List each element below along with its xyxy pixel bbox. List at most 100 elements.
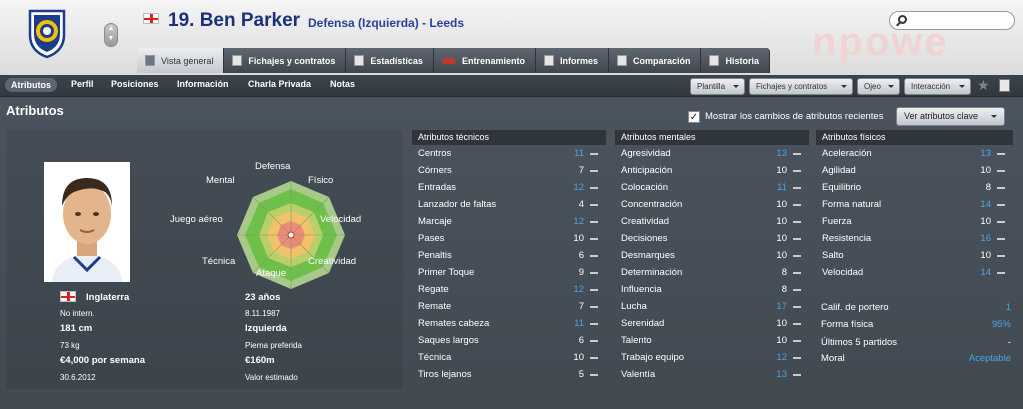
extra-stat-row: Forma física 95% xyxy=(821,319,1011,330)
shortlist-star-icon[interactable]: ★ xyxy=(977,77,990,94)
attribute-row[interactable]: Resistencia 16 xyxy=(816,230,1013,247)
attribute-row[interactable]: Determinación 8 xyxy=(615,264,809,281)
attribute-name: Remates cabeza xyxy=(418,318,490,329)
subnav-positions[interactable]: Posiciones xyxy=(111,79,159,89)
attribute-value: 10 xyxy=(980,165,991,176)
attribute-name: Valentía xyxy=(621,369,656,380)
mental-attributes-header: Atributos mentales xyxy=(615,130,809,145)
attribute-value: 6 xyxy=(578,250,584,261)
attribute-row[interactable]: Agresividad 13 xyxy=(615,145,809,162)
tab-training[interactable]: Entrenamiento xyxy=(433,48,536,73)
contract-end: 30.6.2012 xyxy=(60,373,96,382)
trend-flat-icon xyxy=(590,187,598,189)
overview-icon xyxy=(145,55,155,66)
attribute-row[interactable]: Colocación 11 xyxy=(615,179,809,196)
attribute-row[interactable]: Creatividad 10 xyxy=(615,213,809,230)
attribute-row[interactable]: Influencia 8 xyxy=(615,281,809,298)
attribute-value: 10 xyxy=(573,352,584,363)
attribute-row[interactable]: Tiros lejanos 5 xyxy=(412,366,606,383)
attribute-row[interactable]: Desmarques 10 xyxy=(615,247,809,264)
attribute-name: Saques largos xyxy=(418,335,479,346)
training-icon xyxy=(441,57,456,64)
scouting-dropdown[interactable]: Ojeo xyxy=(857,78,900,95)
interaction-dropdown[interactable]: Interacción xyxy=(904,78,971,95)
attribute-row[interactable]: Anticipación 10 xyxy=(615,162,809,179)
attribute-row[interactable]: Centros 11 xyxy=(412,145,606,162)
player-switch-scroll[interactable]: ▲ ▼ xyxy=(104,23,118,47)
add-note-icon[interactable] xyxy=(999,79,1010,92)
attribute-row[interactable]: Lanzador de faltas 4 xyxy=(412,196,606,213)
attribute-row[interactable]: Pases 10 xyxy=(412,230,606,247)
subnav-private-chat[interactable]: Charla Privada xyxy=(248,79,311,89)
tab-transfers[interactable]: Fichajes y contratos xyxy=(224,48,347,73)
tab-comparison[interactable]: Comparación xyxy=(608,48,702,73)
player-summary: Defensa Físico Velocidad Creatividad Ata… xyxy=(6,130,403,389)
subnav-profile[interactable]: Perfil xyxy=(71,79,94,89)
subnav-notes[interactable]: Notas xyxy=(330,79,355,89)
radar-label-mental: Mental xyxy=(206,175,235,186)
trend-flat-icon xyxy=(997,255,1005,257)
subnav-attributes[interactable]: Atributos xyxy=(5,78,57,92)
attribute-name: Centros xyxy=(418,148,452,159)
attribute-row[interactable]: Primer Toque 9 xyxy=(412,264,606,281)
attribute-row[interactable]: Equilibrio 8 xyxy=(816,179,1013,196)
tab-history[interactable]: Historia xyxy=(701,48,770,73)
attribute-row[interactable]: Fuerza 10 xyxy=(816,213,1013,230)
attribute-name: Influencia xyxy=(621,284,662,295)
attribute-value: 13 xyxy=(776,369,787,380)
tab-reports[interactable]: Informes xyxy=(535,48,609,73)
tab-overview[interactable]: Vista general xyxy=(137,48,225,73)
attribute-name: Córners xyxy=(418,165,452,176)
trend-flat-icon xyxy=(997,238,1005,240)
attribute-row[interactable]: Talento 10 xyxy=(615,332,809,349)
nationality[interactable]: Inglaterra xyxy=(86,292,129,303)
attribute-name: Trabajo equipo xyxy=(621,352,685,363)
trend-flat-icon xyxy=(793,153,801,155)
attribute-row[interactable]: Córners 7 xyxy=(412,162,606,179)
attribute-row[interactable]: Técnica 10 xyxy=(412,349,606,366)
trend-flat-icon xyxy=(793,357,801,359)
attribute-row[interactable]: Remate 7 xyxy=(412,298,606,315)
height: 181 cm xyxy=(60,323,93,334)
trend-flat-icon xyxy=(590,289,598,291)
subnav-information[interactable]: Información xyxy=(177,79,229,89)
squad-dropdown[interactable]: Plantilla xyxy=(690,78,745,95)
attribute-row[interactable]: Valentía 13 xyxy=(615,366,809,383)
attribute-name: Anticipación xyxy=(621,165,673,176)
attribute-row[interactable]: Concentración 10 xyxy=(615,196,809,213)
attribute-row[interactable]: Trabajo equipo 12 xyxy=(615,349,809,366)
attribute-value: 12 xyxy=(776,352,787,363)
attribute-row[interactable]: Lucha 17 xyxy=(615,298,809,315)
attribute-row[interactable]: Aceleración 13 xyxy=(816,145,1013,162)
tab-stats[interactable]: Estadísticas xyxy=(346,48,434,73)
attribute-value: 8 xyxy=(781,284,787,295)
search-input[interactable] xyxy=(889,11,1015,30)
attribute-row[interactable]: Entradas 12 xyxy=(412,179,606,196)
attribute-name: Penaltis xyxy=(418,250,452,261)
physical-attributes: Atributos físicos Aceleración 13 Agilidad 1… xyxy=(816,130,1013,281)
attribute-row[interactable]: Serenidad 10 xyxy=(615,315,809,332)
show-changes-checkbox[interactable]: ✓ xyxy=(688,111,700,123)
date-of-birth: 8.11.1987 xyxy=(245,309,280,318)
transfers-dropdown[interactable]: Fichajes y contratos xyxy=(749,78,853,95)
show-changes-label[interactable]: Mostrar los cambios de atributos recient… xyxy=(705,111,883,122)
attribute-row[interactable]: Salto 10 xyxy=(816,247,1013,264)
attribute-name: Resistencia xyxy=(822,233,872,244)
attribute-row[interactable]: Penaltis 6 xyxy=(412,247,606,264)
club-crest-icon[interactable] xyxy=(27,7,67,59)
attribute-name: Agilidad xyxy=(822,165,856,176)
attribute-row[interactable]: Remates cabeza 11 xyxy=(412,315,606,332)
attribute-row[interactable]: Saques largos 6 xyxy=(412,332,606,349)
radar-label-juego-aereo: Juego aéreo xyxy=(170,214,223,225)
player-position-club[interactable]: Defensa (Izquierda) - Leeds xyxy=(308,16,464,30)
main-tabs: Vista general Fichajes y contratos Estad… xyxy=(137,48,770,73)
attribute-row[interactable]: Marcaje 12 xyxy=(412,213,606,230)
attribute-row[interactable]: Velocidad 14 xyxy=(816,264,1013,281)
key-attributes-button[interactable]: Ver atributos clave xyxy=(896,107,1005,126)
attribute-row[interactable]: Decisiones 10 xyxy=(615,230,809,247)
attribute-name: Tiros lejanos xyxy=(418,369,472,380)
attribute-value: 10 xyxy=(573,233,584,244)
attribute-row[interactable]: Regate 12 xyxy=(412,281,606,298)
attribute-row[interactable]: Forma natural 14 xyxy=(816,196,1013,213)
attribute-row[interactable]: Agilidad 10 xyxy=(816,162,1013,179)
